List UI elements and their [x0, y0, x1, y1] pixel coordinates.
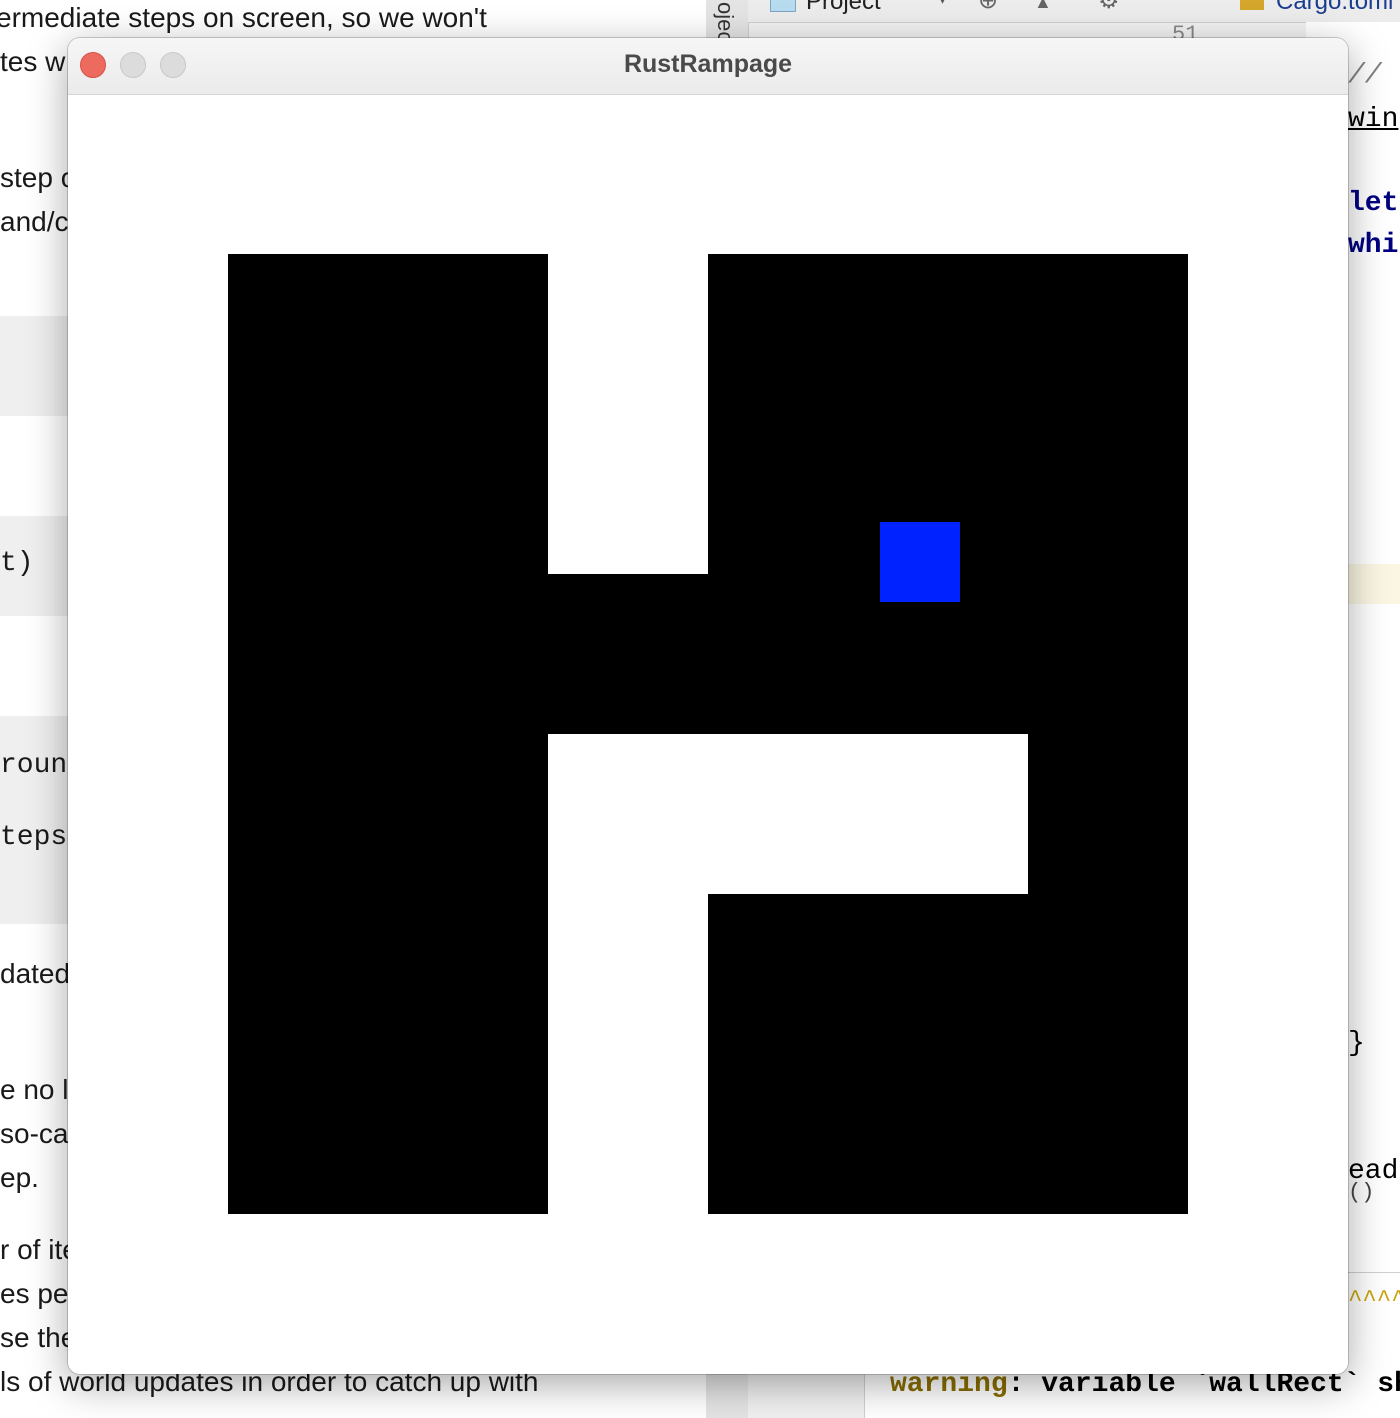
player-marker [880, 522, 960, 602]
collapse-icon[interactable]: ▲ [1034, 0, 1052, 13]
code-line: let [1348, 188, 1399, 219]
doc-code-line: roun [0, 750, 68, 781]
chevron-down-icon[interactable]: ▾ [938, 0, 947, 9]
screen: ermediate steps on screen, so we won't t… [0, 0, 1400, 1418]
title-bar[interactable]: RustRampage [68, 38, 1348, 95]
console-carets: ^^^^ [1348, 1287, 1400, 1314]
code-line: whi [1348, 230, 1399, 261]
doc-text-line: ermediate steps on screen, so we won't [0, 2, 487, 33]
doc-text-line: se the [0, 1322, 77, 1353]
map-wall [1028, 734, 1188, 894]
editor-tab-cargo-toml[interactable]: Cargo.toml [1276, 0, 1393, 16]
rustrampage-window[interactable]: RustRampage [68, 38, 1348, 1374]
doc-text-line: es pe [0, 1278, 69, 1309]
doc-text-line: so-ca [0, 1118, 69, 1149]
doc-code-line: t) [0, 548, 34, 579]
doc-text-line: step o [0, 162, 77, 193]
gear-icon[interactable]: ⚙ [1098, 0, 1120, 15]
code-comment: // [1348, 60, 1382, 91]
toml-file-icon [1240, 0, 1264, 10]
code-line: () [1348, 1180, 1375, 1205]
project-tool-tab[interactable]: ojec [712, 2, 738, 42]
ide-toolbar: Project ▾ ⊕ ▲ ⚙ Cargo.toml ✕ [748, 0, 1400, 23]
doc-text-line: tes w [0, 46, 66, 77]
code-line: win [1348, 104, 1399, 135]
doc-text-line: e no l [0, 1074, 69, 1105]
window-title: RustRampage [623, 50, 793, 78]
doc-text-line: r of ite [0, 1234, 78, 1265]
map-wall [708, 894, 1188, 1214]
map-wall [548, 574, 1188, 734]
code-line: } [1348, 1028, 1365, 1059]
game-canvas[interactable] [68, 95, 1348, 1374]
map-wall [228, 254, 548, 1214]
folder-icon [770, 0, 796, 12]
project-view-selector[interactable]: Project [806, 0, 881, 16]
doc-code-line: teps [0, 822, 68, 853]
doc-text-line: dated [0, 958, 71, 989]
doc-text-line: ep. [0, 1162, 39, 1193]
target-icon[interactable]: ⊕ [978, 0, 998, 15]
doc-text-line: and/c [0, 206, 69, 237]
